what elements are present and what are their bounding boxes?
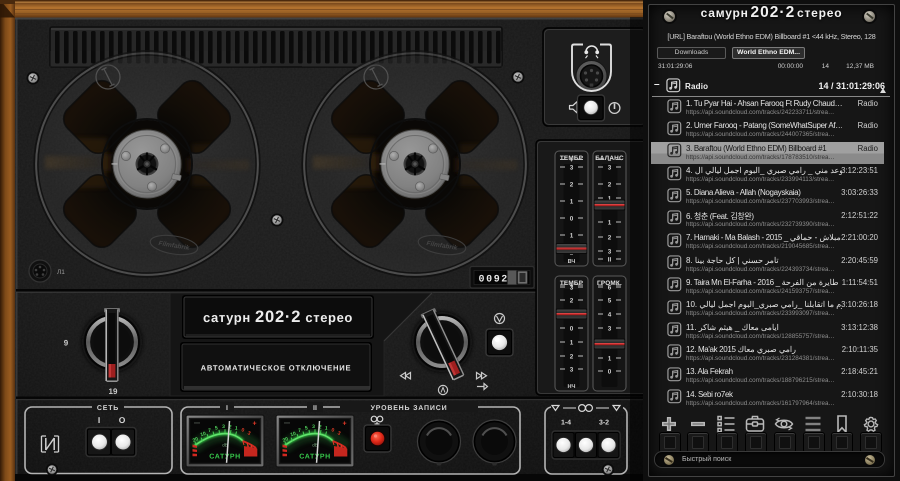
svg-text:НЧ: НЧ [568, 384, 576, 390]
svg-text:3: 3 [570, 366, 574, 373]
svg-text:3: 3 [312, 424, 315, 430]
svg-text:2: 2 [608, 181, 612, 188]
svg-text:САТУРН: САТУРН [209, 454, 241, 461]
svg-text:O: O [119, 415, 126, 425]
svg-text:Л1: Л1 [57, 269, 65, 276]
svg-text:0092: 0092 [479, 275, 509, 286]
svg-text:—: — [194, 421, 200, 427]
svg-text:I: I [226, 405, 228, 412]
svg-text:9: 9 [64, 339, 69, 348]
svg-text:2: 2 [570, 297, 574, 304]
svg-text:0: 0 [570, 325, 574, 332]
svg-text:2: 2 [570, 181, 574, 188]
svg-text:САТУРН: САТУРН [299, 454, 331, 461]
svg-text:3: 3 [570, 284, 574, 291]
svg-text:СЕТЬ: СЕТЬ [97, 405, 119, 412]
svg-text:+: + [252, 421, 256, 428]
svg-text:19: 19 [109, 387, 118, 396]
svg-text:+: + [342, 421, 346, 428]
svg-text:ВЧ: ВЧ [568, 259, 576, 265]
svg-text:1: 1 [570, 198, 574, 205]
svg-text:5: 5 [608, 297, 612, 304]
svg-text:3: 3 [608, 164, 612, 171]
svg-text:3: 3 [608, 325, 612, 332]
svg-text:3: 3 [570, 164, 574, 171]
svg-text:1-4: 1-4 [561, 420, 571, 427]
svg-text:УРОВЕНЬ ЗАПИСИ: УРОВЕНЬ ЗАПИСИ [371, 405, 448, 412]
svg-text:1: 1 [608, 355, 612, 362]
svg-text:—: — [284, 421, 290, 427]
svg-text:+: + [570, 157, 574, 164]
svg-text:4: 4 [608, 311, 612, 318]
svg-text:–: – [608, 157, 612, 164]
svg-text:сатурн 202·2 стерео: сатурн 202·2 стерео [203, 308, 353, 326]
svg-text:I: I [98, 415, 100, 425]
svg-text:АВТОМАТИЧЕСКОЕ ОТКЛЮЧЕНИЕ: АВТОМАТИЧЕСКОЕ ОТКЛЮЧЕНИЕ [201, 364, 352, 373]
svg-text:0: 0 [608, 368, 612, 375]
svg-text:1: 1 [608, 219, 612, 226]
svg-text:1: 1 [570, 339, 574, 346]
svg-text:1: 1 [570, 232, 574, 239]
svg-text:3-2: 3-2 [599, 420, 609, 427]
svg-text:3: 3 [608, 248, 612, 255]
svg-text:II: II [313, 405, 317, 412]
svg-text:3: 3 [222, 424, 225, 430]
svg-text:II: II [608, 256, 612, 263]
svg-text:6: 6 [608, 284, 612, 291]
svg-text:2: 2 [608, 234, 612, 241]
svg-text:2: 2 [570, 353, 574, 360]
svg-text:0: 0 [570, 215, 574, 222]
